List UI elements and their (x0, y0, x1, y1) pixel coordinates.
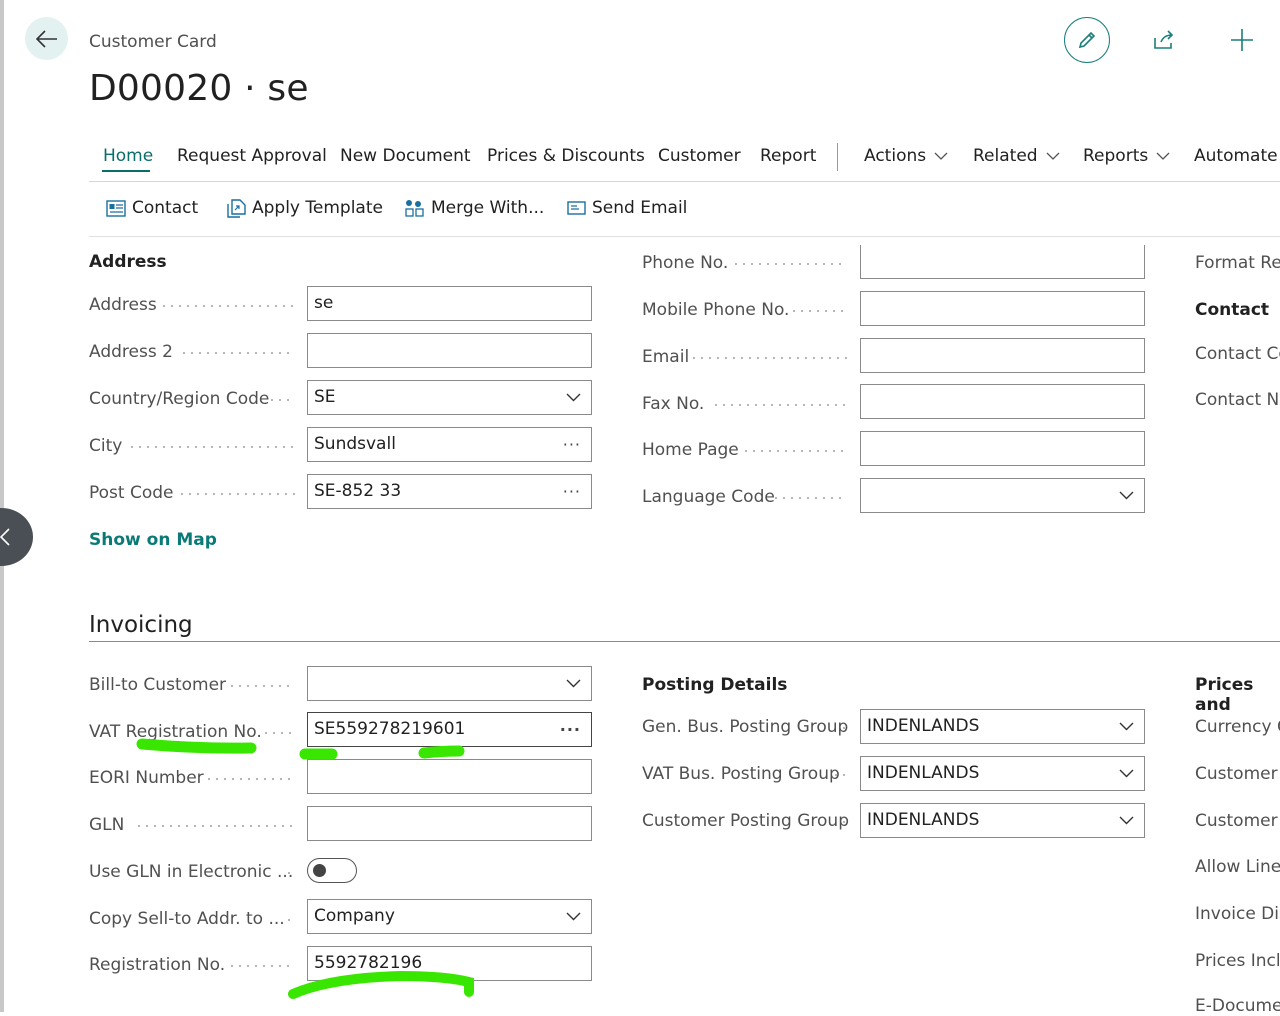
highlight-mark (418, 745, 465, 759)
highlight-mark (288, 970, 474, 999)
highlight-annotations (136, 738, 474, 999)
highlight-mark (136, 738, 257, 754)
